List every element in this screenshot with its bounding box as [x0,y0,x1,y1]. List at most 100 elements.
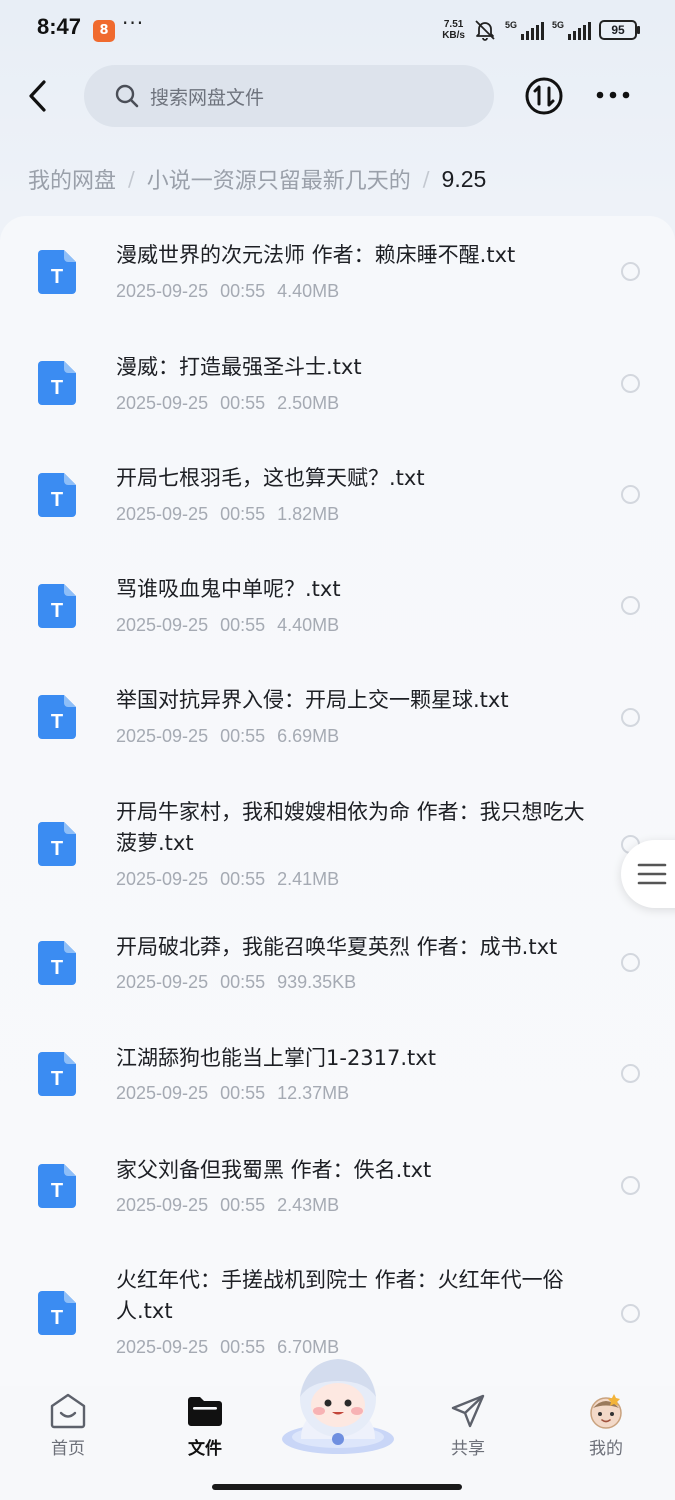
txt-file-icon: T [38,822,76,866]
file-date: 2025-09-25 [116,393,209,413]
file-icon-letter: T [51,838,63,860]
file-row[interactable]: T 开局牛家村，我和嫂嫂相依为命 作者：我只想吃大菠萝.txt 2025-09-… [0,773,675,923]
file-meta: 2025-09-25 00:55 2.50MB [116,393,339,414]
file-size: 1.82MB [277,504,340,524]
status-right-group: 7.51 KB/s 5G 5G 95 [442,18,640,42]
breadcrumb-current: 9.25 [441,165,487,192]
select-checkbox[interactable] [621,1304,640,1323]
select-checkbox[interactable] [621,374,640,393]
transfer-button[interactable] [524,76,564,116]
nav-label: 首页 [51,1439,85,1459]
txt-file-icon: T [38,1164,76,1208]
back-button[interactable] [20,76,56,116]
search-icon [115,84,139,108]
breadcrumb-item-folder[interactable]: 小说一资源只留最新几天的 [147,163,411,195]
nav-label: 文件 [188,1439,222,1459]
select-checkbox[interactable] [621,1176,640,1195]
file-name: 开局牛家村，我和嫂嫂相依为命 作者：我只想吃大菠萝.txt [116,800,585,855]
search-input[interactable]: 搜索网盘文件 [84,65,494,127]
file-time: 00:55 [220,1083,266,1103]
more-notifications-indicator: ··· [122,11,145,35]
file-icon-letter: T [51,266,63,288]
nav-item-files[interactable]: 文件 [160,1392,250,1466]
file-name: 开局七根羽毛，这也算天赋？.txt [116,466,425,490]
file-time: 00:55 [220,393,266,413]
chevron-left-icon [29,80,46,112]
file-icon-letter: T [51,489,63,511]
sim2-label: 5G [552,20,565,30]
file-row[interactable]: T 漫威世界的次元法师 作者：赖床睡不醒.txt 2025-09-25 00:55… [0,216,675,328]
txt-file-icon: T [38,584,76,628]
file-icon-letter: T [51,711,63,733]
file-date: 2025-09-25 [116,1337,209,1357]
file-row[interactable]: T 漫威：打造最强圣斗士.txt 2025-09-25 00:55 2.50MB [0,328,675,439]
file-name: 举国对抗异界入侵：开局上交一颗星球.txt [116,688,509,712]
file-date: 2025-09-25 [116,1083,209,1103]
file-name: 开局破北莽，我能召唤华夏英烈 作者：成书.txt [116,935,558,959]
file-icon-letter: T [51,377,63,399]
file-time: 00:55 [220,1195,266,1215]
file-row[interactable]: T 江湖舔狗也能当上掌门1-2317.txt 2025-09-25 00:55 12… [0,1034,675,1146]
txt-file-icon: T [38,1052,76,1096]
file-date: 2025-09-25 [116,504,209,524]
file-row[interactable]: T 家父刘备但我蜀黑 作者：佚名.txt 2025-09-25 00:55 2.43… [0,1146,675,1257]
file-row[interactable]: T 开局破北莽，我能召唤华夏英烈 作者：成书.txt 2025-09-25 00:… [0,923,675,1034]
file-meta: 2025-09-25 00:55 12.37MB [116,1083,349,1104]
select-checkbox[interactable] [621,1064,640,1083]
select-checkbox[interactable] [621,708,640,727]
file-name: 火红年代：手搓战机到院士 作者：火红年代一俗人.txt [116,1268,564,1323]
more-button[interactable] [592,78,634,112]
notification-app-icon: 8 [93,20,115,42]
file-size: 4.40MB [277,615,340,635]
select-checkbox[interactable] [621,262,640,281]
select-checkbox[interactable] [621,953,640,972]
status-time: 8:47 [37,14,82,39]
breadcrumb-item-root[interactable]: 我的网盘 [28,163,116,195]
search-placeholder: 搜索网盘文件 [150,87,265,109]
file-time: 00:55 [220,1337,266,1357]
nav-item-profile[interactable]: 我的 [561,1392,651,1466]
select-checkbox[interactable] [621,596,640,615]
nav-label: 我的 [589,1439,623,1459]
file-size: 2.50MB [277,393,340,413]
nav-label: 共享 [451,1439,485,1459]
network-speed: 7.51 KB/s [442,19,465,41]
file-size: 939.35KB [277,972,357,992]
file-meta: 2025-09-25 00:55 4.40MB [116,615,339,636]
file-meta: 2025-09-25 00:55 2.43MB [116,1195,339,1216]
network-speed-value: 7.51 [443,19,464,30]
file-time: 00:55 [220,972,266,992]
more-icon [596,91,630,99]
file-time: 00:55 [220,726,266,746]
select-checkbox[interactable] [621,485,640,504]
breadcrumb-separator: / [128,167,135,191]
profile-avatar-icon [590,1394,622,1429]
file-time: 00:55 [220,615,266,635]
nav-item-home[interactable]: 首页 [23,1392,113,1466]
file-name: 漫威：打造最强圣斗士.txt [116,355,362,379]
ai-assistant-button[interactable] [277,1353,399,1457]
file-size: 4.40MB [277,281,340,301]
signal-sim1-icon: 5G [505,20,544,40]
breadcrumb-separator: / [422,167,430,191]
file-name: 家父刘备但我蜀黑 作者：佚名.txt [116,1158,432,1182]
file-row[interactable]: T 开局七根羽毛，这也算天赋？.txt 2025-09-25 00:55 1.82M… [0,439,675,550]
file-time: 00:55 [220,281,266,301]
sim1-label: 5G [505,20,518,30]
battery-icon: 95 [599,20,640,40]
file-date: 2025-09-25 [116,869,209,889]
file-row[interactable]: T 骂谁吸血鬼中单呢？.txt 2025-09-25 00:55 4.40MB [0,550,675,662]
txt-file-icon: T [38,361,76,405]
file-icon-letter: T [51,1180,63,1202]
file-size: 12.37MB [277,1083,350,1103]
nav-item-share[interactable]: 共享 [423,1392,513,1466]
file-name: 骂谁吸血鬼中单呢？.txt [116,577,341,601]
folder-icon [188,1397,222,1426]
file-row[interactable]: T 举国对抗异界入侵：开局上交一颗星球.txt 2025-09-25 00:55 6… [0,662,675,773]
txt-file-icon: T [38,695,76,739]
file-date: 2025-09-25 [116,972,209,992]
transfer-icon [525,77,563,115]
txt-file-icon: T [38,250,76,294]
txt-file-icon: T [38,473,76,517]
ai-assistant-mascot-icon [282,1359,394,1454]
